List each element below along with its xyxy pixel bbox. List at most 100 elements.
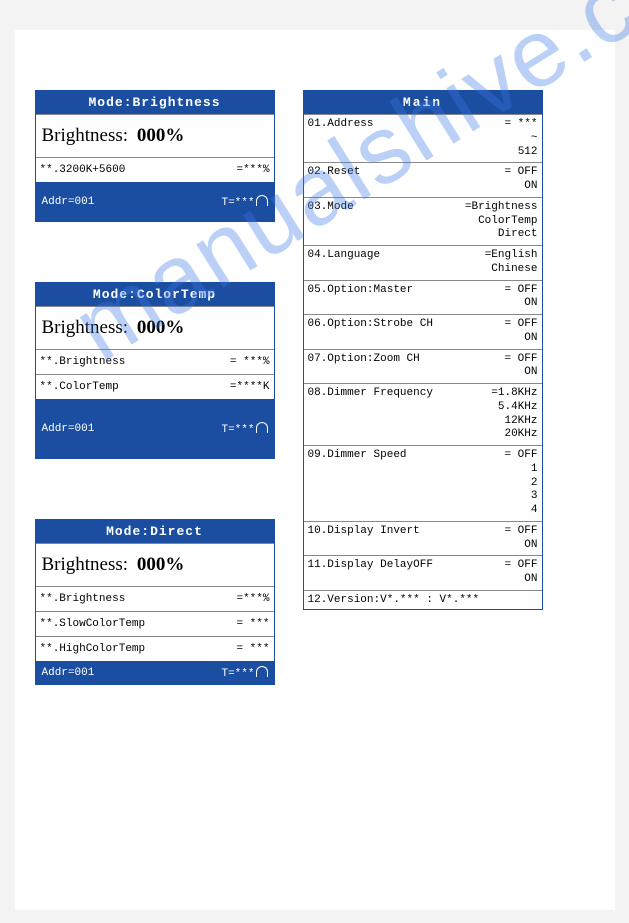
menu-value: ~ [504,132,537,146]
menu-label: 07.Option:Zoom CH [308,353,505,365]
param-value: =****K [230,381,270,393]
menu-value: 512 [504,146,537,160]
addr-value: Addr=001 [42,196,95,208]
addr-bar: Addr=001 T=*** [36,661,274,684]
menu-value: = OFF [504,559,537,573]
temp-icon [256,422,268,433]
brightness-value: 000% [137,554,185,575]
menu-row: 07.Option:Zoom CH= OFFON [304,349,542,384]
param-value: = *** [236,618,269,630]
menu-value: ON [504,573,537,587]
menu-value: 20KHz [491,428,537,442]
menu-label: 08.Dimmer Frequency [308,387,492,399]
panel-title: Mode:Brightness [36,91,274,114]
param-label: **.3200K+5600 [40,164,126,176]
menu-value: Direct [465,228,538,242]
menu-row: 01.Address= ***~512 [304,114,542,162]
brightness-row: Brightness: 000% [36,543,274,586]
addr-value: Addr=001 [42,667,95,679]
menu-label: 12.Version:V*.*** : V*.*** [308,594,538,606]
brightness-value: 000% [137,317,185,338]
menu-values: = OFFON [504,166,537,194]
menu-value: = OFF [504,166,537,180]
addr-value: Addr=001 [42,423,95,435]
temp-icon [256,666,268,677]
menu-values: =EnglishChinese [485,249,538,277]
brightness-row: Brightness: 000% [36,306,274,349]
menu-values: = ***~512 [504,118,537,159]
param-label: **.Brightness [40,593,126,605]
temp-icon [256,195,268,206]
menu-values: = OFF1234 [504,449,537,518]
brightness-row: Brightness: 000% [36,114,274,157]
menu-value: ON [504,366,537,380]
param-row: **.HighColorTemp = *** [36,636,274,661]
menu-values: = OFFON [504,284,537,312]
param-label: **.Brightness [40,356,126,368]
param-value: = *** [236,643,269,655]
param-row: **.Brightness = ***% [36,349,274,374]
menu-value: ON [504,180,537,194]
menu-values: =BrightnessColorTempDirect [465,201,538,242]
menu-row: 08.Dimmer Frequency=1.8KHz5.4KHz12KHz20K… [304,383,542,445]
param-row: **.3200K+5600 =***% [36,157,274,182]
menu-values: = OFFON [504,353,537,381]
brightness-label: Brightness: [42,125,129,146]
panel-colortemp: Mode:ColorTemp Brightness: 000% **.Brigh… [35,282,275,459]
menu-value: 1 [504,463,537,477]
menu-value: = OFF [504,284,537,298]
param-value: =***% [236,164,269,176]
menu-value: 2 [504,477,537,491]
menu-label: 03.Mode [308,201,465,213]
menu-value: ON [504,297,537,311]
menu-label: 09.Dimmer Speed [308,449,505,461]
menu-value: 5.4KHz [491,401,537,415]
menu-row: 03.Mode=BrightnessColorTempDirect [304,197,542,245]
temp-value: T=*** [221,422,267,436]
menu-row: 04.Language=EnglishChinese [304,245,542,280]
menu-values: = OFFON [504,525,537,553]
brightness-label: Brightness: [42,317,129,338]
menu-value: = OFF [504,353,537,367]
panel-direct: Mode:Direct Brightness: 000% **.Brightne… [35,519,275,685]
param-row: **.SlowColorTemp = *** [36,611,274,636]
menu-values: =1.8KHz5.4KHz12KHz20KHz [491,387,537,442]
menu-value: =English [485,249,538,263]
menu-row: 12.Version:V*.*** : V*.*** [304,590,542,609]
menu-value: ON [504,332,537,346]
addr-bar: Addr=001 T=*** [36,399,274,458]
menu-label: 01.Address [308,118,505,130]
menu-value: = OFF [504,318,537,332]
menu-value: 12KHz [491,415,537,429]
brightness-value: 000% [137,125,185,146]
menu-value: 3 [504,490,537,504]
menu-value: Chinese [485,263,538,277]
param-label: **.HighColorTemp [40,643,146,655]
param-label: **.ColorTemp [40,381,119,393]
menu-row: 11.Display DelayOFF= OFFON [304,555,542,590]
menu-row: 05.Option:Master= OFFON [304,280,542,315]
panel-title: Mode:Direct [36,520,274,543]
param-row: **.ColorTemp =****K [36,374,274,399]
temp-value: T=*** [221,195,267,209]
menu-value: =1.8KHz [491,387,537,401]
param-value: = ***% [230,356,270,368]
param-label: **.SlowColorTemp [40,618,146,630]
brightness-label: Brightness: [42,554,129,575]
menu-label: 02.Reset [308,166,505,178]
menu-label: 11.Display DelayOFF [308,559,505,571]
menu-value: =Brightness [465,201,538,215]
main-menu: Main 01.Address= ***~51202.Reset= OFFON0… [303,90,543,610]
menu-row: 02.Reset= OFFON [304,162,542,197]
menu-row: 06.Option:Strobe CH= OFFON [304,314,542,349]
panel-brightness: Mode:Brightness Brightness: 000% **.3200… [35,90,275,222]
param-value: =***% [236,593,269,605]
menu-row: 10.Display Invert= OFFON [304,521,542,556]
menu-label: 06.Option:Strobe CH [308,318,505,330]
menu-label: 04.Language [308,249,485,261]
menu-label: 10.Display Invert [308,525,505,537]
menu-row: 09.Dimmer Speed= OFF1234 [304,445,542,521]
menu-value: = OFF [504,525,537,539]
addr-bar: Addr=001 T=*** [36,182,274,221]
menu-value: ColorTemp [465,215,538,229]
